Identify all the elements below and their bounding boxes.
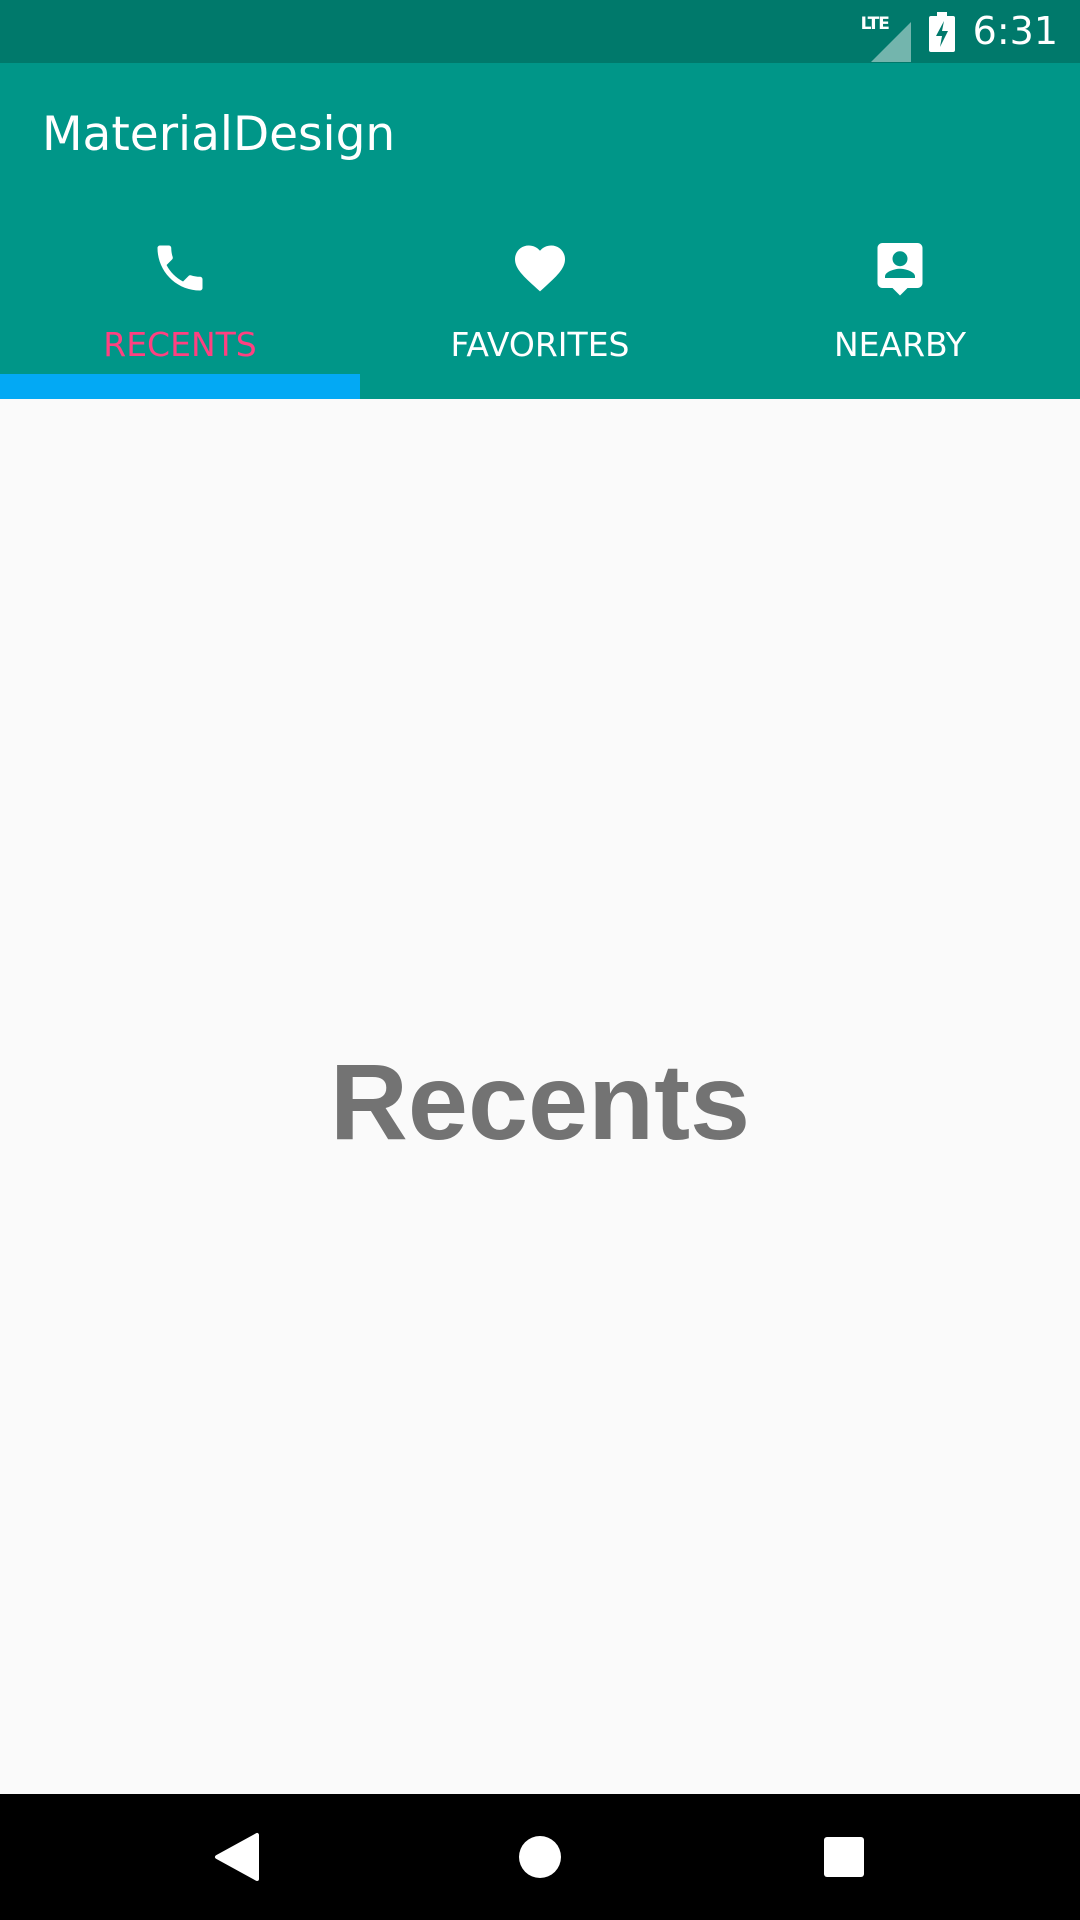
status-bar: LTE 6:31 [0, 0, 1080, 63]
tab-favorites-label: FAVORITES [450, 325, 630, 364]
screen: LTE 6:31 MaterialDesign RECENTS FAVORITE… [0, 0, 1080, 1920]
phone-icon [157, 245, 203, 291]
content-title: Recents [329, 1041, 751, 1162]
tab-bar: RECENTS FAVORITES NEARBY [0, 220, 1080, 399]
back-button[interactable] [167, 1794, 307, 1920]
back-icon [215, 1833, 259, 1881]
nav-bar [0, 1794, 1080, 1920]
home-icon [519, 1836, 561, 1878]
app-title: MaterialDesign [42, 107, 396, 162]
status-time: 6:31 [972, 9, 1058, 53]
signal-icon: LTE [861, 12, 911, 62]
tab-recents[interactable]: RECENTS [0, 220, 360, 399]
battery-charging-icon [928, 11, 955, 52]
tab-indicator [0, 374, 360, 399]
contact-pin-icon [877, 243, 923, 296]
content-area: Recents [0, 399, 1080, 1794]
recents-button[interactable] [774, 1794, 914, 1920]
tab-nearby-label: NEARBY [833, 325, 967, 364]
recents-icon [824, 1837, 864, 1877]
tab-nearby[interactable]: NEARBY [720, 220, 1080, 399]
heart-icon [515, 245, 565, 292]
app-bar: MaterialDesign RECENTS FAVORITES NEARBY [0, 63, 1080, 399]
tab-recents-label: RECENTS [103, 325, 257, 364]
tab-favorites[interactable]: FAVORITES [360, 220, 720, 399]
home-button[interactable] [470, 1794, 610, 1920]
status-icons: LTE 6:31 [861, 0, 1058, 63]
